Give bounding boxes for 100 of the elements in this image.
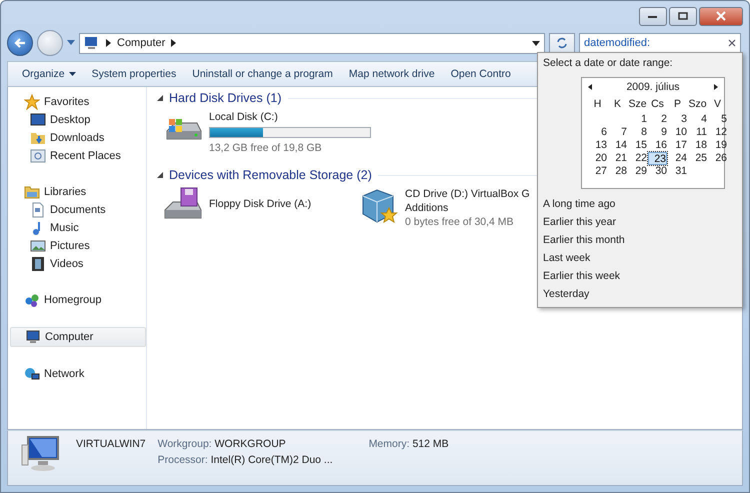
sidebar-item[interactable]: Videos (10, 255, 146, 273)
next-icon[interactable] (714, 84, 718, 90)
maximize-button[interactable] (669, 6, 697, 26)
refresh-icon (556, 37, 568, 49)
search-field[interactable]: datemodified: (584, 34, 728, 52)
date-range-option[interactable]: Earlier this year (543, 213, 737, 231)
calendar-day[interactable]: 9 (648, 126, 667, 139)
calendar-day[interactable]: 24 (668, 152, 687, 165)
calendar-day[interactable]: 15 (628, 139, 647, 152)
desktop-icon (30, 112, 46, 128)
document-icon (30, 202, 46, 218)
search-box[interactable]: datemodified: (579, 32, 741, 54)
sidebar-item[interactable]: Favorites (10, 93, 146, 111)
sidebar-item[interactable]: Music (10, 219, 146, 237)
calendar-day[interactable]: 11 (688, 126, 707, 139)
weekday-label: H (592, 98, 602, 111)
clear-icon[interactable] (728, 39, 736, 47)
close-icon (716, 11, 726, 21)
minimize-icon (648, 14, 658, 18)
group-header[interactable]: Devices with Removable Storage (2) (169, 168, 372, 182)
caret-icon (68, 72, 76, 76)
sidebar-item[interactable]: Recent Places (10, 147, 146, 165)
detail-field: Processor: Intel(R) Core(TM)2 Duo ... (158, 454, 333, 466)
calendar-day[interactable]: 2 (648, 113, 667, 126)
sidebar-item[interactable]: Libraries (10, 183, 146, 201)
collapse-icon[interactable] (157, 172, 163, 178)
calendar-day[interactable]: 3 (668, 113, 687, 126)
calendar-day[interactable]: 18 (688, 139, 707, 152)
previous-icon[interactable] (588, 84, 592, 90)
arrow-left-icon (14, 37, 26, 49)
collapse-icon[interactable] (157, 95, 163, 101)
sidebar-item[interactable]: Downloads (10, 129, 146, 147)
drive-name[interactable]: CD Drive (D:) VirtualBox G (405, 188, 530, 200)
calendar-day[interactable]: 26 (708, 152, 727, 165)
calendar-day[interactable]: 1 (628, 113, 647, 126)
weekday-label: Sze (628, 98, 647, 111)
toolbar-button[interactable]: Uninstall or change a program (184, 65, 341, 83)
drive-name[interactable]: Additions (405, 202, 530, 214)
detail-field: Workgroup: WORKGROUP (158, 438, 333, 450)
weekday-label: P (672, 98, 682, 111)
star-icon (24, 94, 40, 110)
computer-name: VIRTUALWIN7 (76, 437, 146, 450)
address-bar[interactable]: Computer (79, 32, 545, 54)
calendar-day[interactable]: 28 (608, 165, 627, 178)
calendar-day[interactable]: 19 (708, 139, 727, 152)
popup-prompt: Select a date or date range: (543, 57, 674, 69)
calendar-day[interactable]: 23 (648, 152, 667, 165)
month-title[interactable]: 2009. július (626, 81, 680, 93)
calendar-day[interactable]: 16 (648, 139, 667, 152)
breadcrumb[interactable]: Computer (117, 37, 166, 49)
sidebar-item[interactable]: Homegroup (10, 291, 146, 309)
calendar-day[interactable]: 17 (668, 139, 687, 152)
drive-name[interactable]: Floppy Disk Drive (A:) (209, 198, 312, 210)
date-range-option[interactable]: A long time ago (543, 195, 737, 213)
drive-name[interactable]: Local Disk (C:) (209, 111, 371, 123)
calendar-day[interactable]: 7 (608, 126, 627, 139)
sidebar-item[interactable]: Computer (10, 327, 146, 347)
calendar-day[interactable]: 4 (688, 113, 707, 126)
close-button[interactable] (699, 6, 743, 26)
toolbar-button[interactable]: Open Contro (442, 65, 519, 83)
sidebar-item[interactable]: Network (10, 365, 146, 383)
minimize-button[interactable] (639, 6, 667, 26)
calendar-day[interactable]: 21 (608, 152, 627, 165)
calendar-day[interactable]: 27 (588, 165, 607, 178)
weekday-label: V (712, 98, 722, 111)
refresh-button[interactable] (549, 32, 575, 54)
toolbar-button[interactable]: System properties (84, 65, 184, 83)
date-range-option[interactable]: Earlier this week (543, 267, 737, 285)
calendar-day[interactable]: 25 (688, 152, 707, 165)
calendar-day[interactable]: 22 (628, 152, 647, 165)
downloads-icon (30, 130, 46, 146)
back-button[interactable] (7, 30, 33, 56)
computer-icon (84, 36, 100, 50)
toolbar-button[interactable]: Organize (14, 65, 84, 83)
drive-info: 0 bytes free of 30,4 MB (405, 216, 515, 228)
date-range-option[interactable]: Yesterday (543, 285, 737, 303)
calendar-day[interactable]: 8 (628, 126, 647, 139)
maximize-icon (678, 12, 688, 20)
calendar-day[interactable]: 29 (628, 165, 647, 178)
sidebar-item[interactable]: Desktop (10, 111, 146, 129)
sidebar-item[interactable]: Documents (10, 201, 146, 219)
calendar-day[interactable]: 14 (608, 139, 627, 152)
chevron-icon[interactable] (106, 39, 111, 47)
group-header[interactable]: Hard Disk Drives (1) (169, 91, 282, 105)
picture-icon (30, 238, 46, 254)
calendar-day[interactable]: 31 (668, 165, 687, 178)
chevron-icon[interactable] (171, 39, 176, 47)
toolbar-button[interactable]: Map network drive (340, 65, 443, 83)
calendar-day[interactable]: 6 (588, 126, 607, 139)
dropdown-icon[interactable] (532, 40, 540, 46)
date-range-option[interactable]: Earlier this month (543, 231, 737, 249)
sidebar-item[interactable]: Pictures (10, 237, 146, 255)
calendar-day[interactable]: 13 (588, 139, 607, 152)
date-range-option[interactable]: Last week (543, 249, 737, 267)
calendar-day[interactable]: 10 (668, 126, 687, 139)
calendar-day[interactable]: 5 (708, 113, 727, 126)
weekday-label: Cs (650, 98, 665, 111)
calendar-day[interactable]: 20 (588, 152, 607, 165)
calendar-day[interactable]: 12 (708, 126, 727, 139)
calendar-day[interactable]: 30 (648, 165, 667, 178)
